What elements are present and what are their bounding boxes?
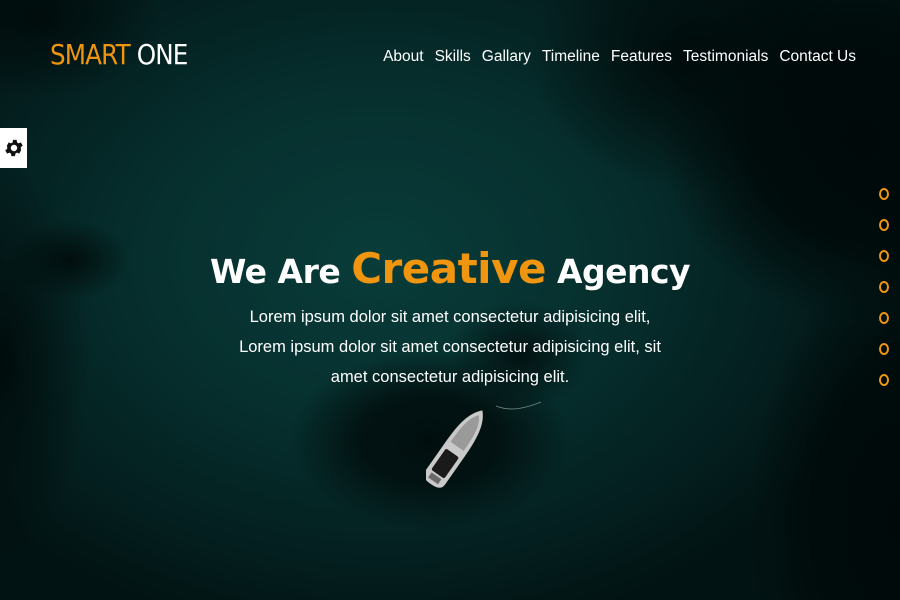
nav-item-timeline[interactable]: Timeline <box>542 48 600 66</box>
nav-item-gallary[interactable]: Gallary <box>482 48 531 66</box>
logo-part-smart: SMART <box>50 38 131 71</box>
hero-title-accent: Creative <box>351 244 546 294</box>
nav-item-about[interactable]: About <box>383 48 424 66</box>
nav-item-contact-us[interactable]: Contact Us <box>779 48 856 66</box>
hero-title-before: We Are <box>209 252 341 292</box>
nav-item-testimonials[interactable]: Testimonials <box>683 48 768 66</box>
hero-description: Lorem ipsum dolor sit amet consectetur a… <box>239 308 661 386</box>
slider-bullet[interactable] <box>879 281 889 293</box>
slider-bullet[interactable] <box>879 219 889 231</box>
header: SMART ONE About Skills Gallary Timeline … <box>0 0 900 110</box>
gear-icon <box>4 139 23 157</box>
hero-title-after: Agency <box>556 252 691 292</box>
settings-toggle-button[interactable] <box>0 128 27 168</box>
boat-image <box>426 401 542 488</box>
slider-bullet[interactable] <box>879 312 889 324</box>
logo[interactable]: SMART ONE <box>50 38 189 71</box>
slider-bullets <box>879 188 889 386</box>
nav-item-features[interactable]: Features <box>611 48 672 66</box>
slider-bullet[interactable] <box>879 374 889 386</box>
main-nav: About Skills Gallary Timeline Features T… <box>383 48 856 66</box>
hero-title: We Are Creative Agency <box>0 244 900 293</box>
nav-item-skills[interactable]: Skills <box>435 48 471 66</box>
slider-bullet[interactable] <box>879 343 889 355</box>
slider-bullet[interactable] <box>879 250 889 262</box>
logo-part-one: ONE <box>136 38 189 71</box>
slider-bullet[interactable] <box>879 188 889 200</box>
